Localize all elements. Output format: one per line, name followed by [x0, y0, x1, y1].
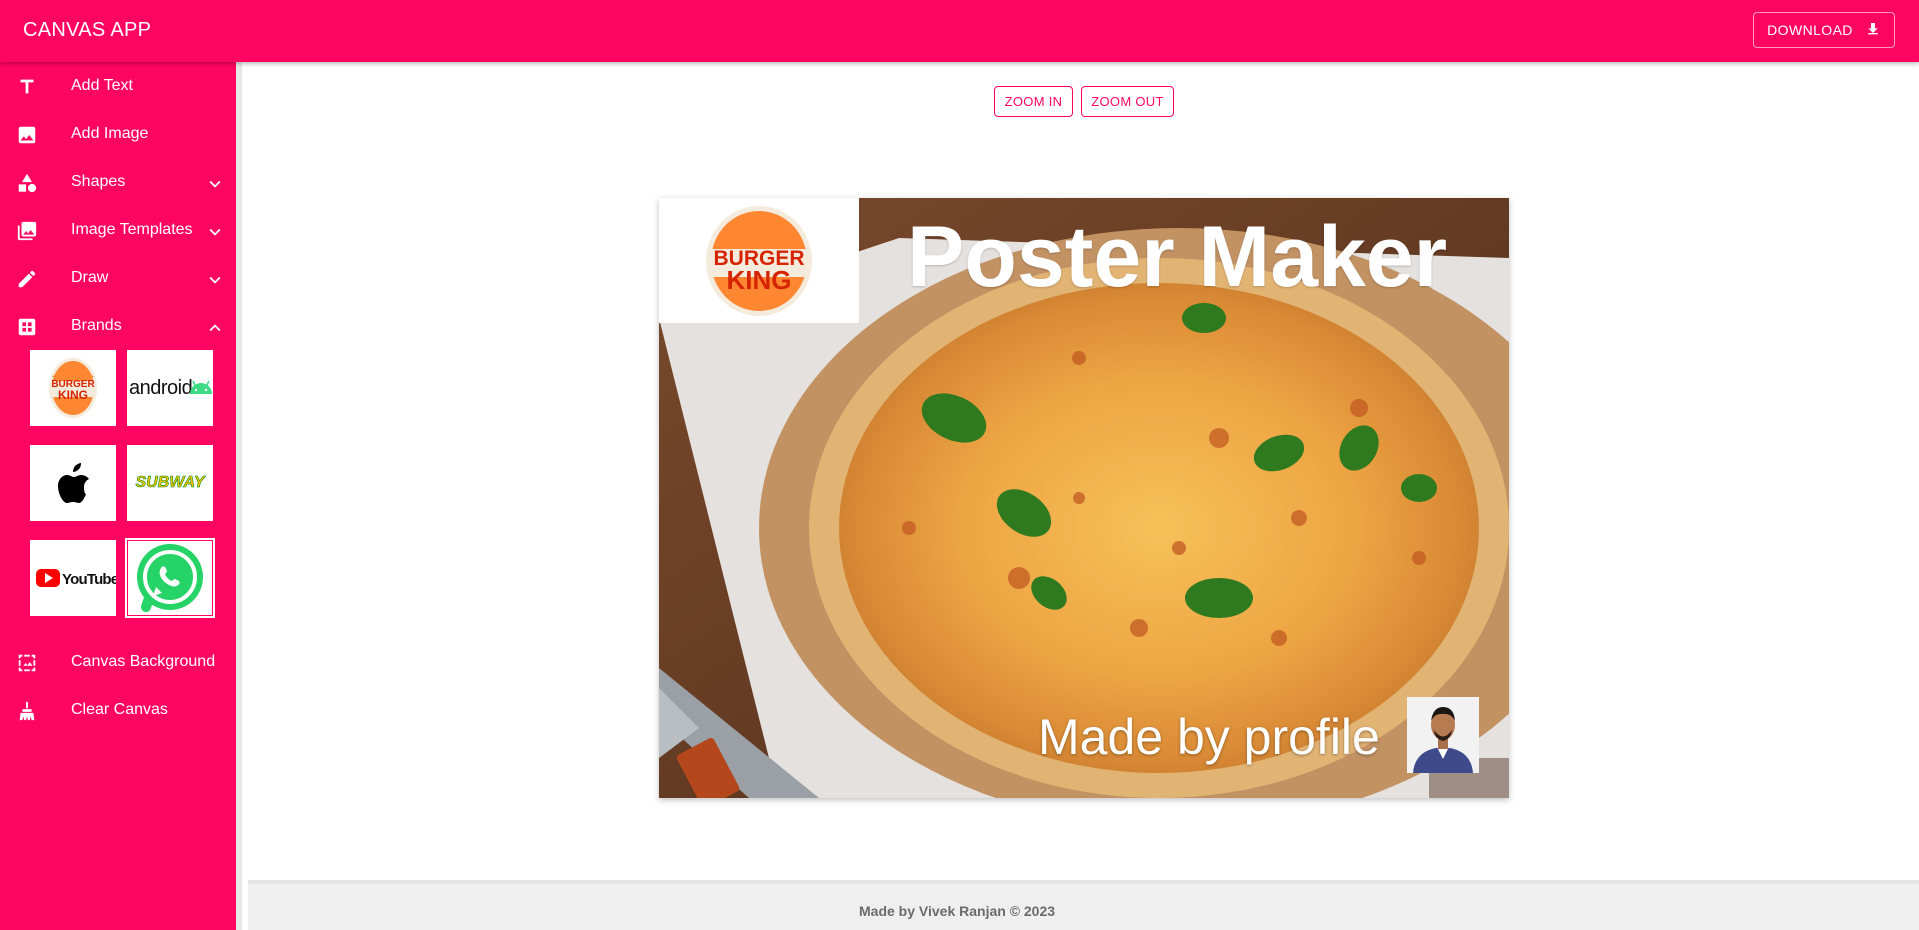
profile-photo[interactable]	[1407, 697, 1479, 773]
poster-canvas[interactable]: BURGER KING Poster Maker Made by profile	[659, 198, 1509, 798]
burger-king-logo: BURGER KING	[706, 205, 812, 316]
sidebar-item-brands[interactable]: Brands	[0, 302, 236, 350]
sidebar-item-label: Shapes	[71, 173, 126, 190]
svg-text:YouTube: YouTube	[62, 571, 116, 588]
brand-subway[interactable]: SUBWAY	[127, 445, 213, 521]
burger-king-logo: BURGER KING	[49, 358, 97, 418]
text-icon	[16, 76, 38, 98]
avatar	[1407, 697, 1479, 773]
photo-library-icon	[16, 220, 38, 242]
download-button[interactable]: DOWNLOAD	[1753, 12, 1895, 48]
chevron-down-icon	[204, 221, 226, 243]
poster-made-by-text[interactable]: Made by profile	[1038, 708, 1380, 766]
brands-grid: BURGER KING android SUBWAY YouTube	[0, 350, 236, 638]
sidebar-item-clear-canvas[interactable]: Clear Canvas	[0, 686, 236, 734]
footer: Made by Vivek Ranjan © 2023	[248, 880, 1919, 930]
poster-title[interactable]: Poster Maker	[907, 208, 1447, 307]
svg-text:android: android	[129, 377, 192, 399]
poster-brand-logo[interactable]: BURGER KING	[659, 198, 859, 323]
sidebar-item-canvas-background[interactable]: Canvas Background	[0, 638, 236, 686]
sidebar-item-label: Canvas Background	[71, 653, 216, 670]
svg-text:KING: KING	[727, 265, 792, 295]
sidebar-item-add-image[interactable]: Add Image	[0, 110, 236, 158]
sidebar-item-label: Add Text	[71, 77, 133, 94]
brand-apple[interactable]	[30, 445, 116, 521]
download-label: DOWNLOAD	[1767, 22, 1853, 38]
sidebar-item-add-text[interactable]: Add Text	[0, 62, 236, 110]
shapes-icon	[16, 172, 38, 194]
sidebar-item-draw[interactable]: Draw	[0, 254, 236, 302]
sidebar-item-label: Add Image	[71, 125, 149, 142]
chevron-down-icon	[204, 173, 226, 195]
background-icon	[16, 652, 38, 674]
chevron-up-icon	[204, 317, 226, 339]
whatsapp-logo	[137, 544, 203, 612]
brand-whatsapp[interactable]	[125, 538, 215, 618]
download-icon	[1865, 21, 1881, 40]
sidebar-item-label: Clear Canvas	[71, 701, 168, 718]
brands-icon	[16, 316, 38, 338]
youtube-logo: YouTube	[36, 569, 116, 588]
zoom-out-button[interactable]: ZOOM OUT	[1081, 86, 1174, 117]
chevron-down-icon	[204, 269, 226, 291]
sidebar-item-image-templates[interactable]: Image Templates	[0, 206, 236, 254]
sidebar: Add Text Add Image Shapes Image Template…	[0, 62, 242, 930]
broom-icon	[16, 700, 38, 722]
subway-logo: SUBWAY	[135, 474, 206, 492]
sidebar-item-label: Brands	[71, 317, 122, 334]
brand-android[interactable]: android	[127, 350, 213, 426]
svg-text:SUBWAY: SUBWAY	[135, 474, 205, 491]
image-icon	[16, 124, 38, 146]
sidebar-item-label: Image Templates	[71, 221, 193, 238]
sidebar-item-label: Draw	[71, 269, 109, 286]
android-logo: android	[129, 377, 212, 399]
apple-logo	[58, 463, 89, 503]
brand-youtube[interactable]: YouTube	[30, 540, 116, 616]
zoom-in-button[interactable]: ZOOM IN	[994, 86, 1073, 117]
svg-text:KING: KING	[58, 388, 88, 402]
app-bar: CANVAS APP DOWNLOAD	[0, 0, 1919, 62]
brand-burger-king[interactable]: BURGER KING	[30, 350, 116, 426]
draw-icon	[16, 268, 38, 290]
sidebar-item-shapes[interactable]: Shapes	[0, 158, 236, 206]
app-title: CANVAS APP	[23, 19, 152, 41]
footer-credit: Made by Vivek Ranjan © 2023	[859, 903, 1056, 919]
